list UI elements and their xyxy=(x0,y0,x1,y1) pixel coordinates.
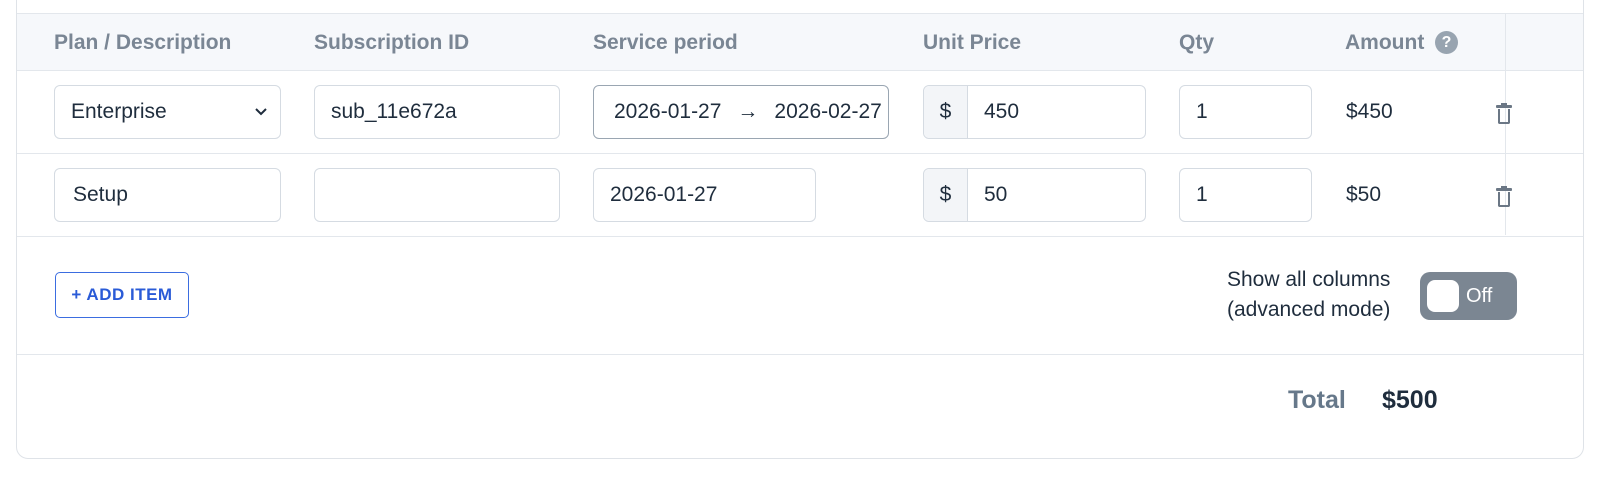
advanced-mode-label-line2: (advanced mode) xyxy=(1227,298,1391,321)
table-header: Plan / Description Subscription ID Servi… xyxy=(17,13,1583,71)
table-row: Setup 2026-01-27 $ 50 1 $50 xyxy=(17,154,1583,237)
unit-price-input[interactable]: $ 50 xyxy=(923,168,1146,222)
header-unit-price: Unit Price xyxy=(923,31,1022,54)
chevron-down-icon xyxy=(254,86,268,160)
arrow-right-icon: → xyxy=(737,100,759,123)
trash-icon[interactable] xyxy=(1496,103,1512,124)
total-value: $500 xyxy=(1382,386,1438,414)
service-period-range-input[interactable]: 2026-01-27 → 2026-02-27 xyxy=(593,85,889,139)
service-date-input[interactable]: 2026-01-27 xyxy=(593,168,816,222)
line-items-card: Plan / Description Subscription ID Servi… xyxy=(16,0,1584,459)
trash-icon[interactable] xyxy=(1496,186,1512,207)
plan-select-value: Enterprise xyxy=(71,100,167,123)
currency-prefix: $ xyxy=(924,86,968,138)
footer-divider xyxy=(17,354,1583,355)
toggle-state-label: Off xyxy=(1466,285,1493,307)
period-end-date: 2026-02-27 xyxy=(774,100,882,123)
period-start-date: 2026-01-27 xyxy=(614,100,722,123)
advanced-mode-toggle[interactable]: Off xyxy=(1420,272,1517,320)
header-plan-description: Plan / Description xyxy=(54,31,232,54)
description-input[interactable]: Setup xyxy=(54,168,281,222)
toggle-knob xyxy=(1427,280,1459,312)
unit-price-input[interactable]: $ 450 xyxy=(923,85,1146,139)
table-row: Enterprise sub_11e672a 2026-01-27 → 2026-0… xyxy=(17,71,1583,154)
row-amount: $50 xyxy=(1346,183,1382,206)
header-service-period: Service period xyxy=(593,31,738,54)
qty-input[interactable]: 1 xyxy=(1179,85,1312,139)
header-qty: Qty xyxy=(1179,31,1215,54)
header-subscription-id: Subscription ID xyxy=(314,31,470,54)
advanced-mode-label-line1: Show all columns xyxy=(1227,268,1391,291)
advanced-mode-label: Show all columns (advanced mode) xyxy=(1227,265,1390,325)
total-label: Total xyxy=(1288,386,1346,414)
subscription-id-input[interactable] xyxy=(314,168,560,222)
question-circle-icon[interactable]: ? xyxy=(1435,31,1458,54)
currency-prefix: $ xyxy=(924,169,968,221)
plan-select[interactable]: Enterprise xyxy=(54,85,281,139)
qty-input[interactable]: 1 xyxy=(1179,168,1312,222)
unit-price-value: 50 xyxy=(984,183,1008,206)
row-amount: $450 xyxy=(1346,100,1393,123)
unit-price-value: 450 xyxy=(984,100,1020,123)
subscription-id-input[interactable]: sub_11e672a xyxy=(314,85,560,139)
header-amount: Amount xyxy=(1345,31,1425,54)
add-item-button[interactable]: + ADD ITEM xyxy=(55,272,189,318)
